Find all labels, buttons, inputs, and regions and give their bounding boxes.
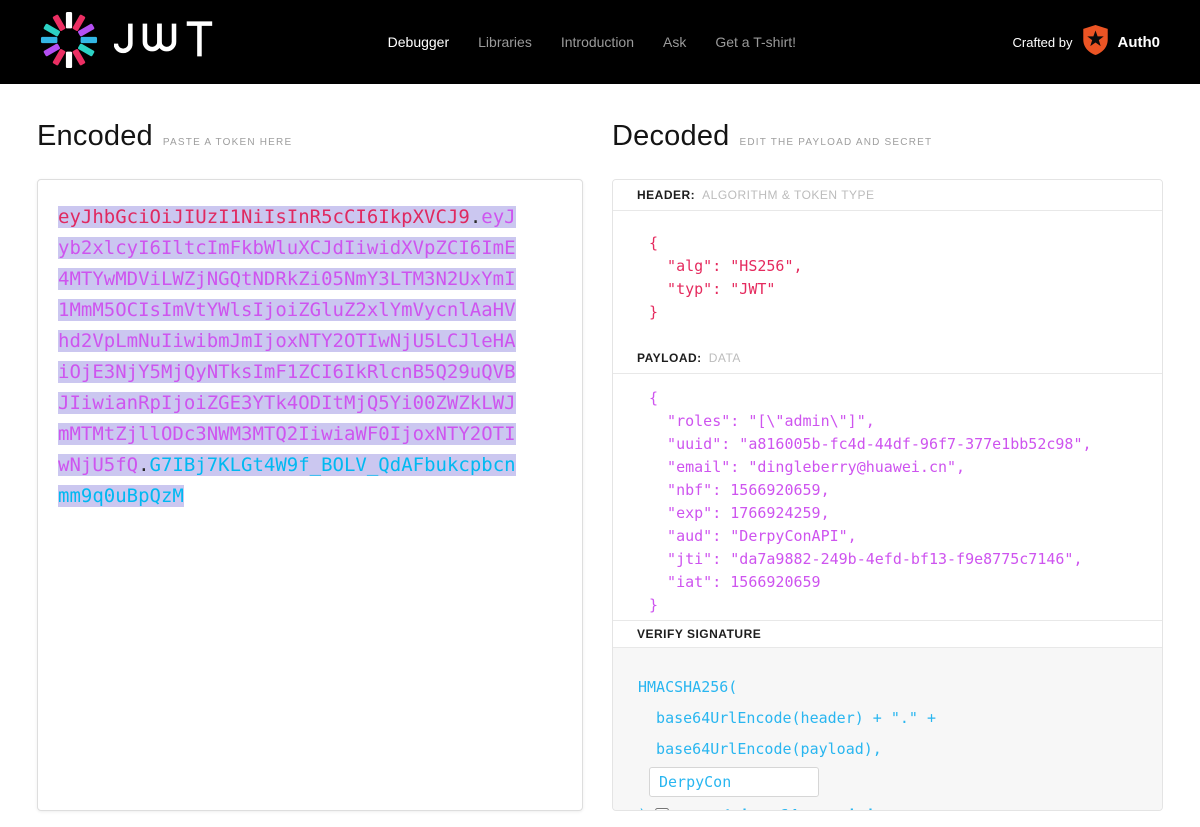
encoded-title: Encoded (37, 120, 153, 153)
debugger-main: Encoded PASTE A TOKEN HERE eyJhbGciOiJIU… (0, 84, 1200, 811)
header-json-code[interactable]: { "alg": "HS256", "typ": "JWT" } (649, 232, 1138, 324)
header-json-editor[interactable]: { "alg": "HS256", "typ": "JWT" } (613, 211, 1162, 343)
nav-link-ask[interactable]: Ask (663, 34, 686, 50)
token-payload-part: eyJyb2xlcyI6IltcImFkbWluXCJdIiwidXVpZCI6… (58, 206, 516, 476)
payload-section-label: PAYLOAD: (637, 351, 702, 365)
jwt-logo-icon (40, 11, 98, 74)
decoded-title: Decoded (612, 120, 730, 153)
encoded-column: Encoded PASTE A TOKEN HERE eyJhbGciOiJIU… (37, 84, 583, 811)
auth0-label: Auth0 (1118, 34, 1161, 51)
nav-link-debugger[interactable]: Debugger (388, 34, 450, 50)
signature-section: HMACSHA256( base64UrlEncode(header) + ".… (613, 648, 1162, 811)
payload-section-bar: PAYLOAD: DATA (613, 343, 1162, 374)
payload-json-editor[interactable]: { "roles": "[\"admin\"]", "uuid": "a8160… (613, 374, 1162, 620)
top-nav: Debugger Libraries Introduction Ask Get … (0, 0, 1200, 84)
payload-section-sublabel: DATA (709, 351, 741, 365)
crafted-by-auth0[interactable]: Crafted by Auth0 (1013, 25, 1160, 60)
token-editor[interactable]: eyJhbGciOiJIUzI1NiIsInR5cCI6IkpXVCJ9.eyJ… (37, 179, 583, 811)
secret-input[interactable] (649, 767, 819, 797)
nav-link-tshirt[interactable]: Get a T-shirt! (715, 34, 796, 50)
token-header-part: eyJhbGciOiJIUzI1NiIsInR5cCI6IkpXVCJ9 (58, 206, 470, 228)
jwt-token-text[interactable]: eyJhbGciOiJIUzI1NiIsInR5cCI6IkpXVCJ9.eyJ… (58, 202, 519, 512)
base64-encoded-checkbox[interactable] (655, 808, 669, 811)
token-dot-1: . (470, 206, 481, 228)
decoded-panel: HEADER: ALGORITHM & TOKEN TYPE { "alg": … (612, 179, 1163, 811)
header-section-bar: HEADER: ALGORITHM & TOKEN TYPE (613, 180, 1162, 211)
crafted-by-label: Crafted by (1013, 35, 1073, 50)
signature-bottom-row: ) secret base64 encoded (638, 806, 1138, 811)
nav-links: Debugger Libraries Introduction Ask Get … (388, 34, 796, 50)
base64-encoded-label[interactable]: secret base64 encoded (677, 806, 873, 811)
jwt-brand[interactable] (40, 11, 214, 74)
verify-signature-label: VERIFY SIGNATURE (637, 627, 761, 641)
closing-paren: ) (638, 806, 647, 811)
nav-link-libraries[interactable]: Libraries (478, 34, 532, 50)
decoded-column: Decoded EDIT THE PAYLOAD AND SECRET HEAD… (612, 84, 1163, 811)
verify-signature-bar: VERIFY SIGNATURE (613, 620, 1162, 648)
header-section-label: HEADER: (637, 188, 695, 202)
payload-json-code[interactable]: { "roles": "[\"admin\"]", "uuid": "a8160… (649, 387, 1138, 617)
jwt-wordmark (114, 19, 214, 66)
nav-link-introduction[interactable]: Introduction (561, 34, 634, 50)
signature-code: HMACSHA256( base64UrlEncode(header) + ".… (638, 672, 1138, 765)
header-section-sublabel: ALGORITHM & TOKEN TYPE (702, 188, 874, 202)
auth0-shield-icon (1082, 25, 1109, 60)
encoded-subtitle: PASTE A TOKEN HERE (163, 137, 292, 148)
decoded-subtitle: EDIT THE PAYLOAD AND SECRET (740, 137, 933, 148)
token-dot-2: . (138, 454, 149, 476)
